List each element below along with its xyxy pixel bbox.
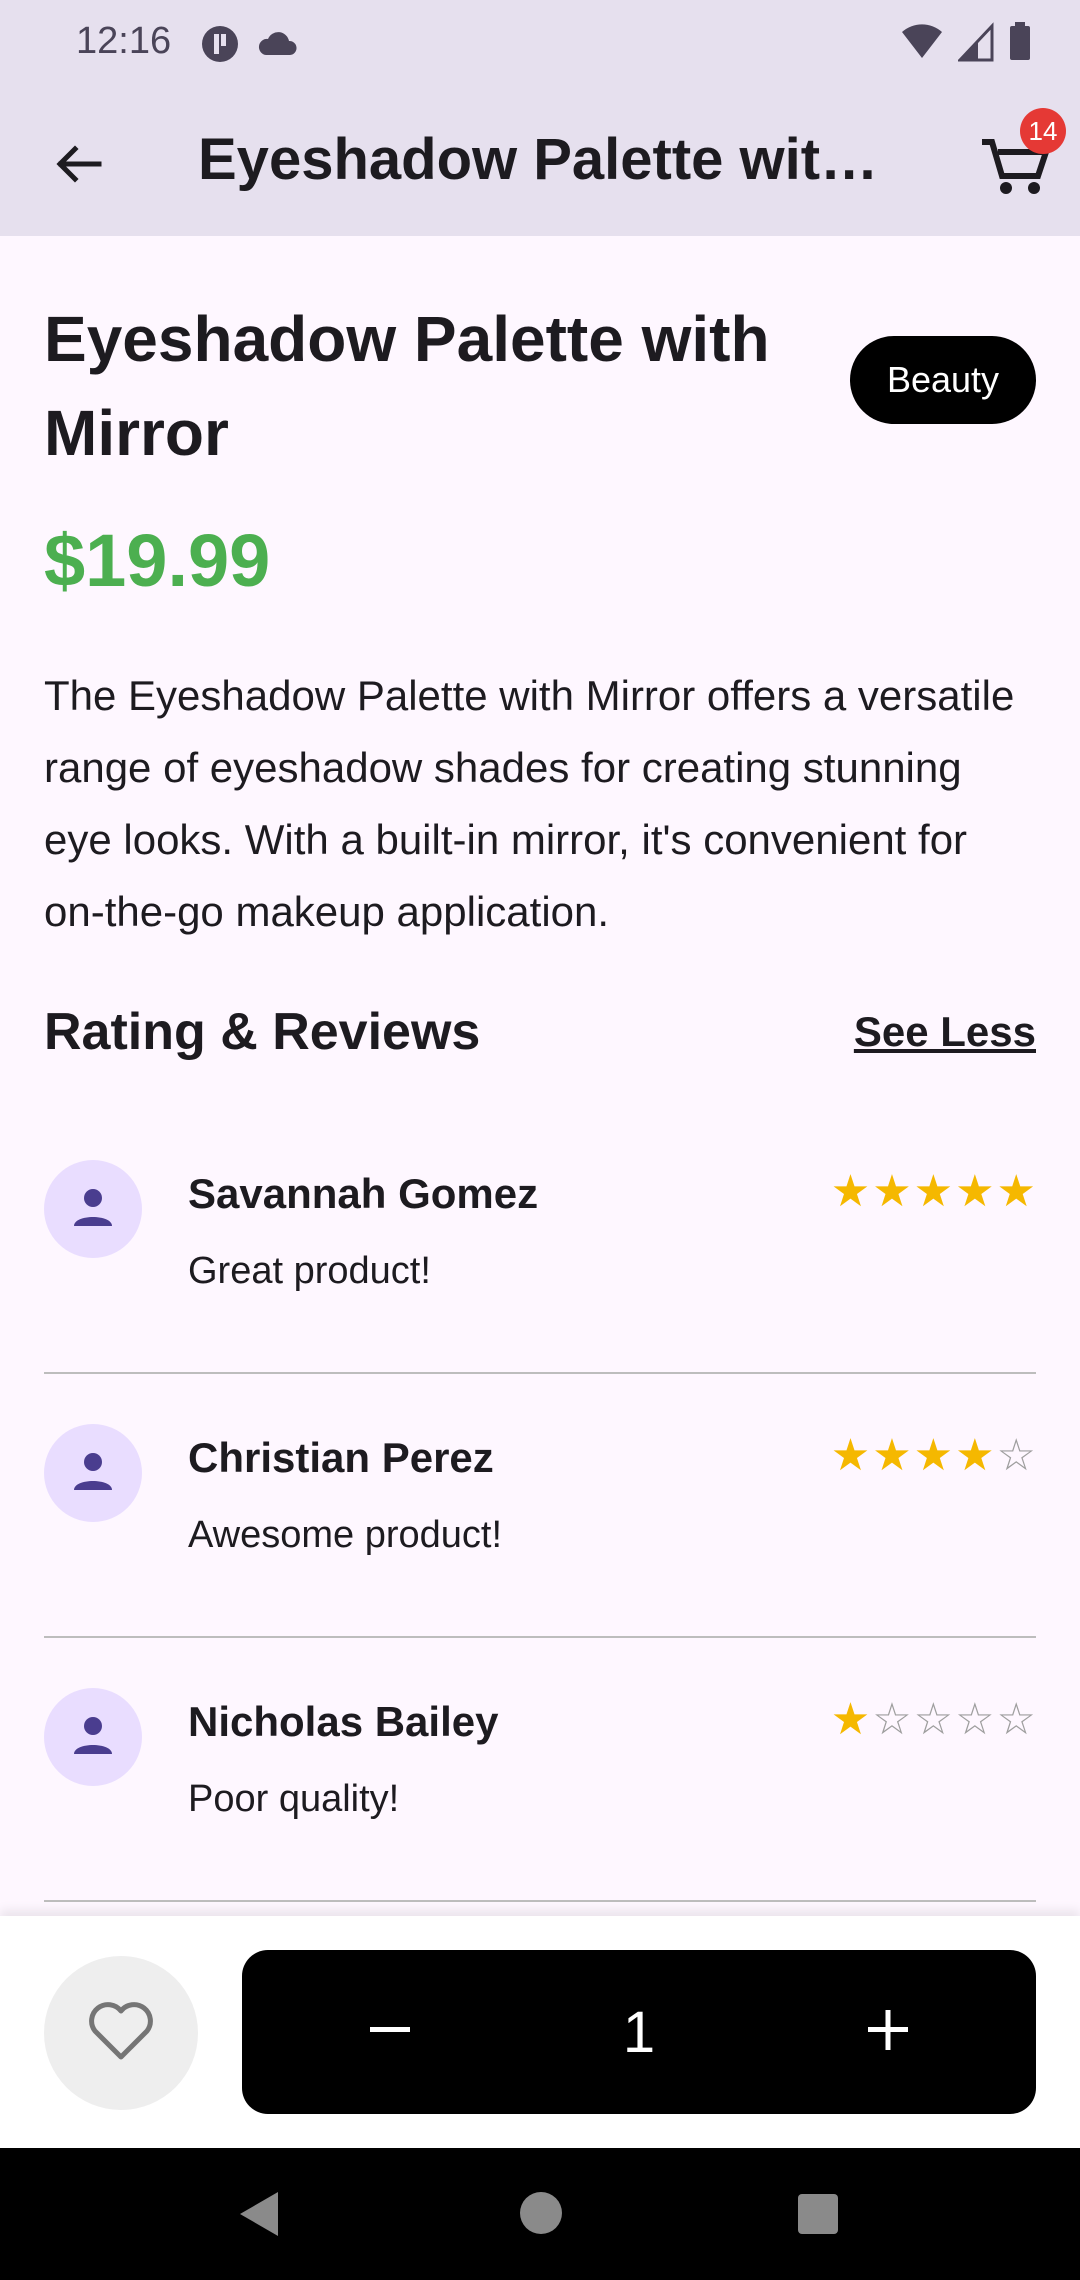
cloud-icon [258,29,298,64]
star-filled-icon: ★ [830,1167,871,1216]
star-outline-icon: ☆ [872,1695,912,1744]
heart-outline-icon [86,1999,156,2068]
star-outline-icon: ☆ [913,1695,954,1744]
quantity-stepper: 1 [242,1950,1036,2114]
product-title: Eyeshadow Palette with Mirror [44,303,770,469]
podcast-icon [200,24,240,69]
cart-icon [976,139,1056,208]
product-price: $19.99 [44,519,271,602]
person-icon [68,1710,118,1765]
category-badge: Beauty [850,336,1036,424]
status-icons-right [900,22,1032,67]
increase-quantity-button[interactable] [838,1982,938,2082]
star-filled-icon: ★ [913,1431,954,1480]
status-bar: 12:16 [0,0,1080,88]
star-rating: ★ ★ ★ ★ ★ [831,1170,1036,1214]
wifi-icon [900,22,944,67]
star-filled-icon: ★ [955,1167,995,1216]
plus-icon [866,2008,910,2057]
reviews-section-title: Rating & Reviews [44,1003,481,1061]
nav-home-button[interactable] [520,2192,562,2234]
nav-back-button[interactable] [236,2184,296,2244]
review-text: Great product! [188,1250,431,1292]
review-text: Poor quality! [188,1778,400,1820]
see-less-link[interactable]: See Less [854,1008,1036,1056]
star-filled-icon: ★ [996,1167,1036,1216]
battery-icon [1008,22,1032,67]
system-nav-bar [0,2148,1080,2280]
reviewer-name: Christian Perez [188,1434,494,1481]
app-bar-title: Eyeshadow Palette with Mirror [198,127,908,192]
star-filled-icon: ★ [955,1431,995,1480]
status-time: 12:16 [76,20,172,62]
star-rating: ★ ★ ★ ★ ☆ [831,1434,1036,1478]
person-icon [68,1446,118,1501]
review-text: Awesome product! [188,1514,503,1556]
star-outline-icon: ☆ [955,1695,995,1744]
minus-icon [368,2008,412,2057]
review-item: Christian Perez Awesome product! ★ ★ ★ ★ ☆ [44,1374,1036,1638]
cart-count-badge: 14 [1020,108,1066,154]
decrease-quantity-button[interactable] [340,1982,440,2082]
avatar [44,1424,142,1522]
person-icon [68,1182,118,1237]
star-outline-icon: ☆ [996,1431,1036,1480]
star-outline-icon: ☆ [996,1695,1036,1744]
star-rating: ★ ☆ ☆ ☆ ☆ [831,1698,1036,1742]
app-bar: Eyeshadow Palette with Mirror 14 [0,88,1080,236]
favorite-button[interactable] [44,1956,198,2110]
review-item: Nicholas Bailey Poor quality! ★ ☆ ☆ ☆ ☆ [44,1638,1036,1902]
product-description: The Eyeshadow Palette with Mirror offers… [44,672,1015,935]
avatar [44,1688,142,1786]
arrow-back-icon [53,139,103,194]
star-filled-icon: ★ [830,1431,871,1480]
bottom-action-bar: 1 [0,1916,1080,2148]
star-filled-icon: ★ [830,1695,871,1744]
back-button[interactable] [40,128,116,204]
reviewer-name: Savannah Gomez [188,1170,539,1217]
star-filled-icon: ★ [913,1167,954,1216]
avatar [44,1160,142,1258]
star-filled-icon: ★ [872,1167,912,1216]
review-item: Savannah Gomez Great product! ★ ★ ★ ★ ★ [44,1110,1036,1374]
status-icons-left [200,24,298,69]
star-filled-icon: ★ [872,1431,912,1480]
signal-icon [956,22,994,67]
reviewer-name: Nicholas Bailey [188,1698,499,1745]
nav-recents-button[interactable] [798,2194,838,2234]
